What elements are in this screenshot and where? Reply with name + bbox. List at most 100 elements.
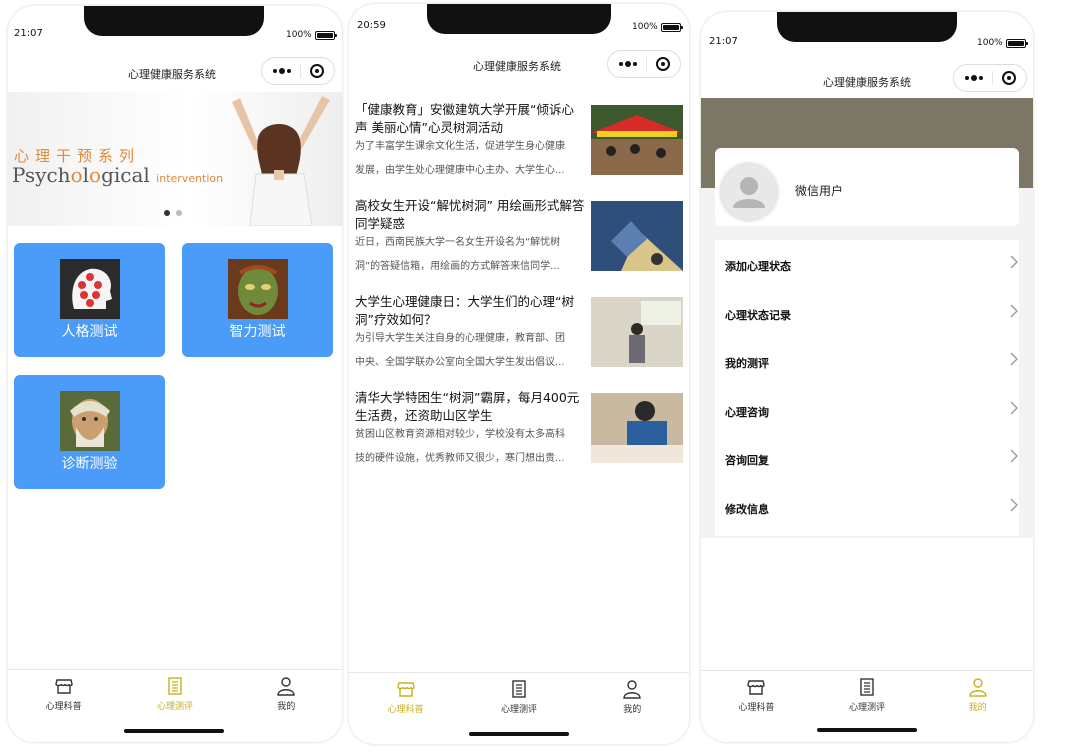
tab-assessment[interactable]: 心理测评	[812, 671, 923, 730]
tab-bar: 心理科普 心理测评 我的	[701, 670, 1033, 730]
news-item[interactable]: 「健康教育」安徽建筑大学开展“倾诉心声 美丽心情”心灵树洞活动 为了丰富学生课余…	[355, 101, 683, 189]
tile-intelligence-test[interactable]: 智力测试	[182, 243, 333, 357]
page-title: 心理健康服务系统	[473, 60, 561, 73]
news-item[interactable]: 大学生心理健康日：大学生们的心理“树洞”疗效如何？ 为引导大学生关注自身的心理健…	[355, 293, 683, 381]
menu-item-edit-info[interactable]: 修改信息	[715, 483, 1019, 531]
screen-science: 20:59 100% 心理健康服务系统 「健康教育」安徽建筑大学开展“倾诉心声 …	[349, 4, 689, 744]
status-time: 20:59	[357, 20, 386, 31]
tab-bar: 心理科普 心理测评 我的	[349, 672, 689, 732]
chevron-right-icon	[1010, 401, 1018, 415]
tab-science[interactable]: 心理科普	[8, 670, 119, 729]
tile-label: 智力测试	[229, 324, 286, 340]
tile-label: 诊断测验	[61, 456, 118, 472]
tab-mine[interactable]: 我的	[576, 673, 689, 732]
menu-item-consultation[interactable]: 心理咨询	[715, 386, 1019, 434]
chevron-right-icon	[1010, 304, 1018, 318]
tab-science[interactable]: 心理科普	[701, 671, 812, 730]
tab-bar: 心理科普 心理测评 我的	[8, 669, 342, 729]
tab-label: 心理科普	[387, 705, 424, 715]
chevron-right-icon	[1010, 352, 1018, 366]
woman-arms-raised-image	[232, 96, 330, 226]
news-summary: 近日，西南民族大学一名女生开设名为“解忧树	[355, 237, 561, 248]
news-summary: 为了丰富学生课余文化生活，促进学生身心健康	[355, 141, 565, 152]
notch	[84, 6, 264, 36]
home-indicator	[469, 732, 569, 736]
tab-label: 心理测评	[848, 703, 885, 713]
news-thumbnail	[591, 393, 683, 463]
profile-card[interactable]: 微信用户	[715, 148, 1019, 226]
menu-label: 心理状态记录	[725, 309, 791, 322]
tile-label: 人格测试	[61, 324, 118, 340]
battery-text: 100%	[977, 38, 1003, 48]
status-battery: 100%	[632, 22, 683, 32]
news-title: 大学生心理健康日：大学生们的心理“树洞”疗效如何？	[355, 294, 574, 327]
news-summary: 发展，由学生处心理健康中心主办、大学生心...	[355, 165, 565, 176]
tab-label: 心理测评	[500, 705, 537, 715]
news-item[interactable]: 清华大学特困生“树洞”霸屏，每月400元生活费，还资助山区学生 贫困山区教育资源…	[355, 389, 683, 477]
miniprogram-capsule[interactable]	[607, 50, 681, 78]
close-target-icon[interactable]	[1001, 71, 1016, 85]
status-battery: 100%	[286, 30, 337, 40]
news-title: 清华大学特困生“树洞”霸屏，每月400元生活费，还资助山区学生	[355, 390, 580, 423]
news-title: 高校女生开设“解忧树洞” 用绘画形式解答同学疑惑	[355, 198, 585, 231]
menu-item-my-assessments[interactable]: 我的测评	[715, 337, 1019, 385]
tab-mine[interactable]: 我的	[922, 671, 1033, 730]
news-item[interactable]: 高校女生开设“解忧树洞” 用绘画形式解答同学疑惑 近日，西南民族大学一名女生开设…	[355, 197, 683, 285]
tab-label: 心理测评	[156, 702, 193, 712]
user-name: 微信用户	[795, 184, 844, 198]
battery-icon	[660, 22, 683, 32]
page-title: 心理健康服务系统	[128, 68, 216, 81]
menu-label: 我的测评	[725, 357, 769, 370]
more-icon[interactable]	[618, 61, 637, 67]
list-icon	[168, 677, 182, 695]
chevron-right-icon	[1010, 498, 1018, 512]
menu-item-state-records[interactable]: 心理状态记录	[715, 289, 1019, 337]
chevron-right-icon	[1010, 449, 1018, 463]
miniprogram-capsule[interactable]	[261, 57, 335, 85]
menu-item-consultation-reply[interactable]: 咨询回复	[715, 434, 1019, 482]
swiper-indicator	[164, 210, 182, 216]
news-summary: 中央、全国学联办公室向全国大学生发出倡议...	[355, 357, 565, 368]
close-target-icon[interactable]	[309, 64, 324, 78]
menu-label: 添加心理状态	[725, 260, 791, 273]
chevron-right-icon	[1010, 255, 1018, 269]
battery-text: 100%	[286, 30, 312, 40]
list-icon	[512, 680, 526, 698]
tile-personality-test[interactable]: 人格测试	[14, 243, 165, 357]
tab-assessment[interactable]: 心理测评	[462, 673, 575, 732]
shop-icon	[747, 680, 766, 695]
portrait-icon	[60, 391, 120, 451]
home-indicator	[817, 728, 917, 732]
tab-science[interactable]: 心理科普	[349, 673, 462, 732]
home-indicator	[124, 729, 224, 733]
avatar[interactable]	[721, 164, 777, 220]
menu-label: 心理咨询	[725, 406, 769, 419]
news-summary: 技的硬件设施，优秀教师又很少，寒门想出贵...	[355, 453, 565, 464]
tab-label: 我的	[277, 702, 296, 712]
tab-label: 我的	[623, 705, 642, 715]
tab-mine[interactable]: 我的	[231, 670, 342, 729]
tab-assessment[interactable]: 心理测评	[119, 670, 230, 729]
news-thumbnail	[591, 297, 683, 367]
tile-diagnostic-test[interactable]: 诊断测验	[14, 375, 165, 489]
banner-swiper[interactable]: 心理干预系列 Psychological intervention	[8, 92, 342, 226]
battery-icon	[1005, 38, 1028, 48]
head-diagram-icon	[60, 259, 120, 319]
menu-item-add-state[interactable]: 添加心理状态	[715, 240, 1019, 288]
capsule-divider	[299, 64, 301, 78]
miniprogram-capsule[interactable]	[953, 64, 1027, 92]
close-target-icon[interactable]	[655, 57, 670, 71]
status-time: 21:07	[14, 28, 43, 39]
more-icon[interactable]	[272, 68, 291, 74]
more-icon[interactable]	[964, 75, 983, 81]
shop-icon	[396, 682, 415, 697]
news-summary: 洞”的答疑信箱，用绘画的方式解答来信同学...	[355, 261, 560, 272]
tab-label: 心理科普	[45, 702, 82, 712]
menu-label: 咨询回复	[725, 454, 769, 467]
news-thumbnail	[591, 105, 683, 175]
user-icon	[968, 678, 987, 697]
list-icon	[860, 678, 874, 696]
news-summary: 为引导大学生关注自身的心理健康，教育部、团	[355, 333, 565, 344]
user-icon	[623, 680, 642, 699]
news-title: 「健康教育」安徽建筑大学开展“倾诉心声 美丽心情”心灵树洞活动	[355, 102, 574, 135]
